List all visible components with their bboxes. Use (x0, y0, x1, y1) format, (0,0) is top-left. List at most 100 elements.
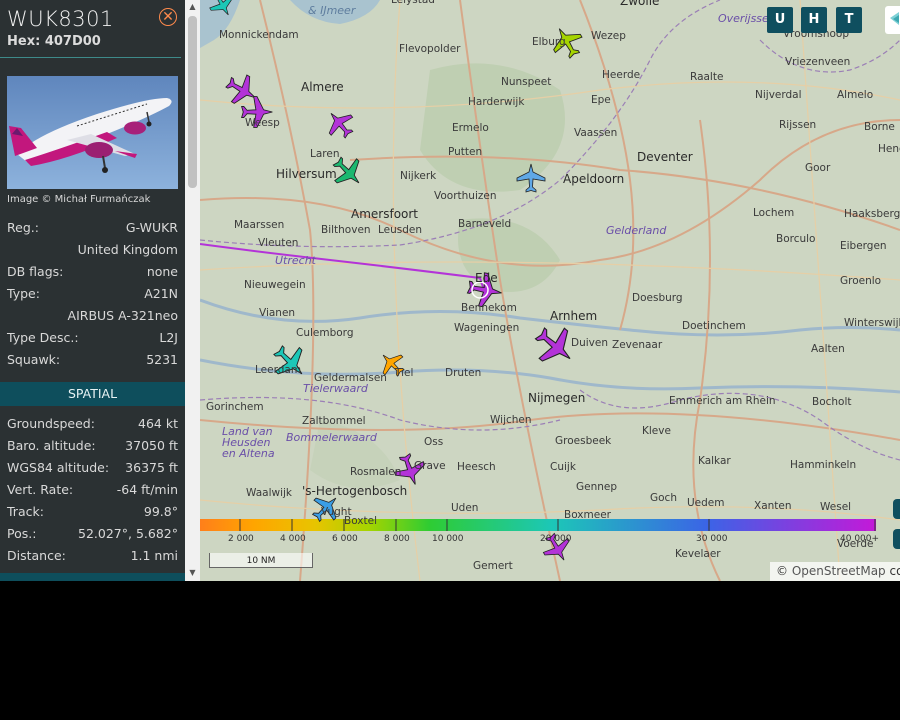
spatial-row: Track: 99.8° (7, 504, 178, 524)
place-label: Almelo (837, 89, 874, 101)
details-row: DB flags: none (7, 264, 178, 284)
place-label: Nunspeet (501, 76, 552, 88)
place-label: Nieuwegein (244, 279, 306, 291)
place-label: Winterswijk (844, 317, 900, 329)
altitude-legend-label: 4 000 (280, 534, 306, 544)
aircraft-photo[interactable] (7, 76, 178, 189)
place-label: Zevenaar (612, 339, 663, 351)
place-label: Nijmegen (528, 391, 586, 405)
place-label: Duiven (571, 337, 608, 349)
scroll-up-icon[interactable]: ▲ (185, 0, 200, 14)
place-label: Leerdam (255, 364, 302, 376)
place-label: Barneveld (458, 218, 512, 230)
place-label: Borculo (776, 233, 816, 245)
details-value: United Kingdom (77, 242, 178, 257)
details-value: AIRBUS A-321neo (67, 308, 178, 323)
spatial-value: -64 ft/min (116, 482, 178, 497)
map-side-control-top[interactable] (893, 499, 900, 519)
place-label: Borne (864, 121, 895, 133)
place-label: Heesch (457, 461, 496, 473)
place-label: Cuijk (550, 461, 576, 473)
copyright-symbol: © (776, 564, 788, 578)
place-label: Vaassen (574, 127, 618, 139)
layers-icon (890, 12, 899, 25)
map-view[interactable]: Lelystad Zwolle Overijssel & IJmeer Monnicke… (200, 0, 900, 581)
place-label: Goch (650, 492, 677, 504)
place-label: Almere (301, 80, 344, 94)
spatial-row: Distance: 1.1 nmi (7, 548, 178, 568)
map-button-u[interactable]: U (767, 7, 793, 33)
hex-value: 407D00 (44, 34, 101, 49)
details-value: A21N (144, 286, 178, 301)
place-label: Kalkar (698, 455, 731, 467)
attribution-suffix: cor (889, 564, 900, 578)
details-value: G-WUKR (125, 220, 178, 235)
place-label: Lochem (753, 207, 795, 219)
place-label: Zaltbommel (302, 415, 366, 427)
spatial-section-header[interactable]: SPATIAL (0, 382, 185, 406)
spatial-row: WGS84 altitude: 36375 ft (7, 460, 178, 480)
place-label: Laren (310, 148, 340, 160)
place-label: Vleuten (258, 237, 299, 249)
place-label: Vriezenveen (785, 56, 851, 68)
altitude-legend-label: 8 000 (384, 534, 410, 544)
place-label: Ede (475, 271, 498, 285)
spatial-label: Vert. Rate: (7, 482, 74, 497)
place-label: Nijverdal (755, 89, 802, 101)
hex-line: Hex: 407D00 (7, 34, 101, 49)
spatial-label: WGS84 altitude: (7, 460, 110, 475)
map-side-control-bottom[interactable] (893, 529, 900, 549)
place-label: Gorinchem (206, 401, 264, 413)
osm-link[interactable]: OpenStreetMap (792, 564, 886, 578)
place-label: Tielerwaard (303, 382, 368, 395)
details-value: L2J (159, 330, 178, 345)
place-label: Lelystad (391, 0, 435, 6)
place-label: Bocholt (812, 396, 852, 408)
scrollbar-thumb[interactable] (188, 16, 197, 188)
layers-button[interactable] (885, 6, 900, 34)
place-label: Heerde (602, 69, 641, 81)
place-label: Zwolle (620, 0, 660, 8)
details-row: Type: A21N (7, 286, 178, 306)
scroll-down-icon[interactable]: ▼ (185, 566, 200, 580)
spatial-value: 1.1 nmi (130, 548, 178, 563)
spatial-value: 37050 ft (125, 438, 178, 453)
place-label: Haaksbergen (844, 208, 900, 220)
spatial-label: Groundspeed: (7, 416, 95, 431)
place-label: Rosmalen (350, 466, 402, 478)
sidebar-scrollbar[interactable]: ▲ ▼ (185, 0, 200, 581)
place-label: Aalten (811, 343, 845, 355)
details-row: AIRBUS A-321neo (7, 308, 178, 328)
place-label: Elburg (532, 36, 566, 48)
details-value: none (146, 264, 178, 279)
place-label: Ermelo (452, 122, 489, 134)
next-section-header[interactable] (0, 573, 185, 581)
spatial-label: Pos.: (7, 526, 37, 541)
place-label: Raalte (690, 71, 724, 83)
place-label: Oss (424, 436, 444, 448)
place-label: Eibergen (840, 240, 887, 252)
place-label: Wageningen (454, 322, 520, 334)
aircraft-info-panel: WUK8301 Hex: 407D00 ✕ Image © Michał Fur… (0, 0, 185, 581)
place-label: Bilthoven (321, 224, 371, 236)
place-label: Overijssel (718, 12, 772, 25)
place-label: Leusden (378, 224, 423, 236)
place-label: Maarssen (234, 219, 285, 231)
spatial-value: 52.027°, 5.682° (78, 526, 178, 541)
place-label: Wijchen (490, 414, 532, 426)
place-label: Uedem (687, 497, 725, 509)
map-button-t[interactable]: T (836, 7, 862, 33)
place-label: Gelderland (606, 224, 667, 237)
place-label: Goor (805, 162, 831, 174)
place-label: Monnickendam (219, 29, 299, 41)
altitude-legend-label: 2 000 (228, 534, 254, 544)
map-button-h[interactable]: H (801, 7, 827, 33)
hex-label: Hex: (7, 34, 41, 49)
details-label: DB flags: (7, 264, 64, 279)
place-label: Waalwijk (246, 487, 292, 499)
callsign-title: WUK8301 (7, 7, 114, 31)
close-icon[interactable]: ✕ (159, 8, 177, 26)
place-label: Harderwijk (468, 96, 525, 108)
place-label: 's-Hertogenbosch (302, 484, 408, 498)
place-label: Kevelaer (675, 548, 721, 560)
